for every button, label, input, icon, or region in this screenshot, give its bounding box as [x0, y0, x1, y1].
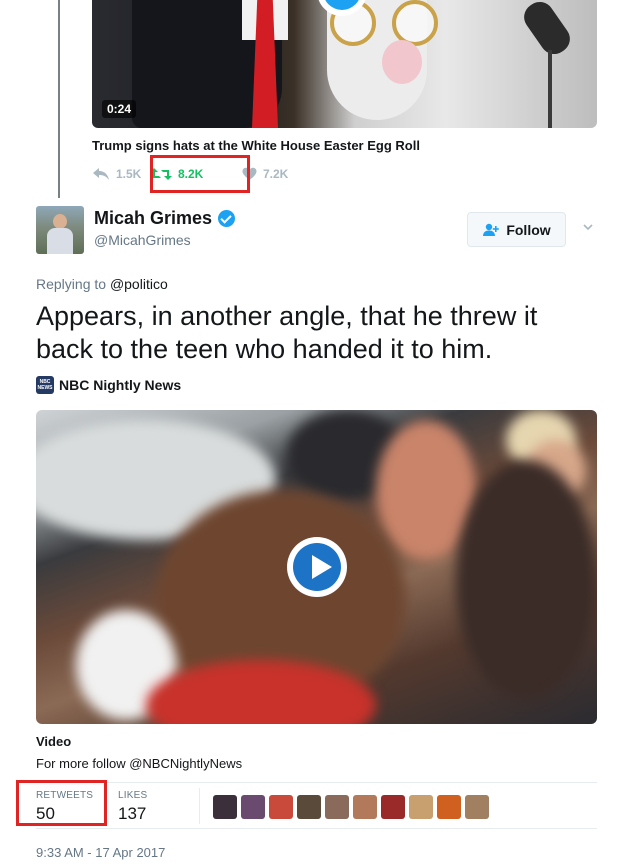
liker-avatar[interactable] — [381, 795, 405, 819]
replying-mention-link[interactable]: @politico — [110, 276, 168, 292]
display-name[interactable]: Micah Grimes — [94, 208, 236, 229]
likes-value: 137 — [118, 804, 147, 823]
quoted-video-thumbnail[interactable]: 0:24 — [92, 0, 597, 128]
liker-avatar[interactable] — [213, 795, 237, 819]
video-label: Video — [36, 734, 72, 749]
avatar[interactable] — [36, 206, 84, 254]
likes-label: LIKES — [118, 790, 148, 801]
divider — [36, 828, 597, 829]
liker-avatar[interactable] — [409, 795, 433, 819]
avatar-head — [53, 214, 67, 229]
bunny-goggle-right — [392, 0, 438, 46]
retweets-highlight-box — [16, 780, 107, 826]
video-source[interactable]: NBC NEWS NBC Nightly News — [36, 376, 181, 394]
liker-avatar[interactable] — [353, 795, 377, 819]
bunny-snout — [382, 40, 422, 84]
like-count: 7.2K — [263, 167, 289, 181]
replying-to: Replying to @politico — [36, 276, 168, 292]
video-duration: 0:24 — [102, 100, 137, 118]
thread-connector-line — [58, 0, 60, 198]
user-handle[interactable]: @MicahGrimes — [94, 232, 191, 248]
tweet-text: Appears, in another angle, that he threw… — [36, 301, 538, 364]
likes-stat[interactable]: LIKES 137 — [118, 790, 147, 824]
display-name-text: Micah Grimes — [94, 208, 213, 228]
liker-avatar[interactable] — [437, 795, 461, 819]
tweet-timestamp[interactable]: 9:33 AM - 17 Apr 2017 — [36, 845, 165, 860]
divider — [199, 788, 200, 824]
verified-badge-icon — [218, 210, 236, 227]
liker-avatar[interactable] — [297, 795, 321, 819]
reply-button[interactable]: 1.5K — [92, 167, 150, 181]
divider — [36, 782, 597, 783]
nbc-news-logo: NBC NEWS — [36, 376, 54, 394]
liker-avatar[interactable] — [465, 795, 489, 819]
liker-avatar[interactable] — [269, 795, 293, 819]
liker-avatars — [213, 795, 489, 819]
liker-avatar[interactable] — [241, 795, 265, 819]
quoted-video-caption[interactable]: Trump signs hats at the White House East… — [92, 138, 420, 153]
follow-button[interactable]: Follow — [467, 212, 566, 247]
avatar-body — [47, 228, 73, 254]
follow-label: Follow — [506, 221, 551, 238]
video-fg-person — [456, 460, 596, 700]
play-button-icon[interactable] — [287, 537, 347, 597]
liker-avatar[interactable] — [325, 795, 349, 819]
video-mic-stand — [548, 50, 552, 128]
embedded-video[interactable] — [36, 410, 597, 724]
retweet-highlight-box — [150, 155, 250, 193]
reply-count: 1.5K — [116, 167, 142, 181]
video-source-name: NBC Nightly News — [59, 377, 182, 393]
video-description: For more follow @NBCNightlyNews — [36, 756, 243, 771]
add-user-icon — [483, 223, 500, 236]
video-microphone — [518, 0, 576, 60]
replying-prefix: Replying to — [36, 276, 107, 292]
reply-icon — [93, 168, 109, 180]
chevron-down-icon[interactable] — [583, 222, 593, 232]
